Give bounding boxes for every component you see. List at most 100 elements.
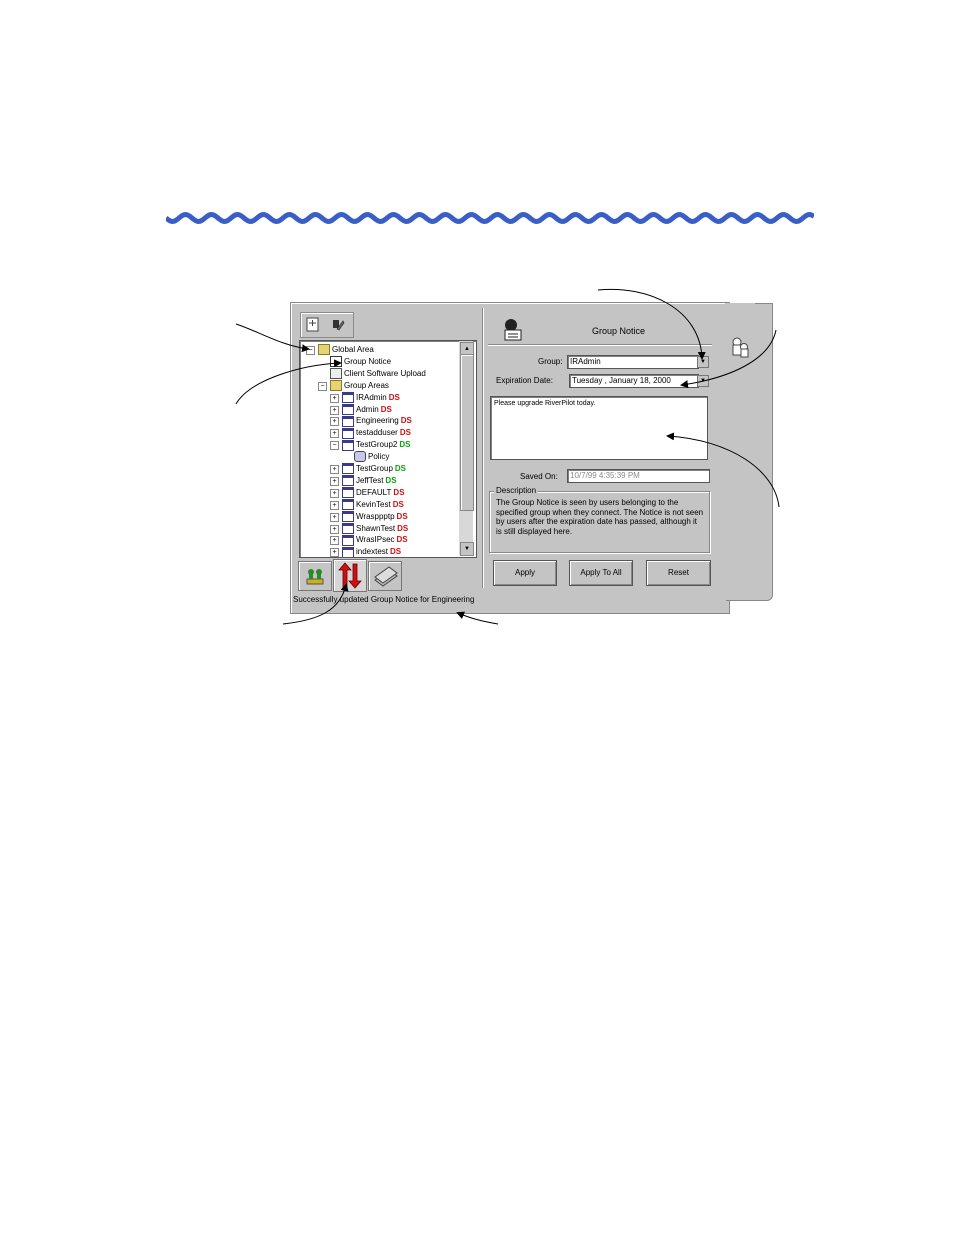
group-icon xyxy=(342,439,354,451)
tree-item[interactable]: IRAdmin DS xyxy=(342,391,400,404)
group-icon xyxy=(342,534,354,546)
expiration-date-picker[interactable]: Tuesday , January 18, 2000 xyxy=(569,374,699,388)
tree-toolbar xyxy=(300,312,354,338)
tree-item[interactable]: TestGroup2 DS xyxy=(342,439,410,451)
tree-expander[interactable]: + xyxy=(330,524,339,534)
tree-item[interactable]: Group Areas xyxy=(330,380,389,392)
panel-divider xyxy=(482,308,483,588)
tree-item[interactable]: Group Notice xyxy=(330,356,391,368)
notice-icon xyxy=(330,356,342,368)
tree-item[interactable]: DEFAULT DS xyxy=(342,487,405,499)
tree-expander[interactable]: − xyxy=(330,441,339,451)
group-icon xyxy=(342,427,354,439)
tree-expander[interactable]: + xyxy=(330,512,339,522)
up-down-arrows-icon xyxy=(338,562,362,589)
group-icon xyxy=(342,522,354,534)
tree-item[interactable]: Client Software Upload xyxy=(330,368,426,380)
group-icon xyxy=(342,487,354,499)
group-icon xyxy=(342,510,354,522)
tree-expander[interactable]: + xyxy=(330,417,339,427)
tree-item-label: Policy xyxy=(368,452,390,462)
group-tree[interactable]: − Global Area Group Notice Client Software … xyxy=(299,340,477,558)
tree-item-label: Client Software Upload xyxy=(344,368,426,378)
group-icon xyxy=(342,391,354,403)
ds-badge: DS xyxy=(392,499,404,509)
tree-expander[interactable]: + xyxy=(330,500,339,510)
side-tab-icon xyxy=(732,337,749,358)
tree-item-label: DEFAULT xyxy=(356,487,392,497)
ds-badge: DS xyxy=(390,547,402,557)
tree-expander[interactable]: + xyxy=(330,393,339,403)
tree-expander[interactable]: + xyxy=(330,476,339,486)
ds-badge: DS xyxy=(385,475,397,485)
apply-to-all-button[interactable]: Apply To All xyxy=(569,560,633,586)
tree-item-label: indextest xyxy=(356,547,389,557)
tree-expander[interactable]: + xyxy=(330,548,339,557)
ds-badge: DS xyxy=(397,523,409,533)
tree-item[interactable]: KevinTest DS xyxy=(342,499,404,511)
tree-item-label: TestGroup2 xyxy=(356,440,398,450)
expiration-label: Expiration Date: xyxy=(496,376,553,385)
ds-badge: DS xyxy=(380,404,392,414)
tree-item[interactable]: WrasIPsec DS xyxy=(342,534,408,546)
group-icon xyxy=(342,499,354,511)
tree-item[interactable]: Wrasppptp DS xyxy=(342,510,408,523)
notice-text-area[interactable]: Please upgrade RiverPilot today. xyxy=(490,396,708,460)
tree-expander[interactable]: + xyxy=(330,405,339,415)
tree-expander[interactable]: − xyxy=(306,346,315,355)
description-title: Description xyxy=(494,486,539,495)
callout-arrows xyxy=(235,288,780,625)
group-icon xyxy=(342,475,354,487)
tree-item-label: Group Notice xyxy=(344,356,392,366)
ds-badge: DS xyxy=(399,440,411,450)
scroll-thumb[interactable] xyxy=(460,354,474,511)
tree-item-label: ShawnTest xyxy=(356,523,396,533)
group-icon xyxy=(342,546,354,557)
folder-icon xyxy=(330,380,342,392)
disk-stack-icon xyxy=(374,566,398,587)
description-text: The Group Notice is seen by users belong… xyxy=(496,498,704,536)
group-label: Group: xyxy=(538,357,563,366)
expiration-dropdown-button[interactable]: ▼ xyxy=(697,375,709,387)
group-icon xyxy=(342,463,354,475)
wavy-divider xyxy=(166,211,814,225)
tree-expander[interactable]: + xyxy=(330,488,339,498)
tree-item[interactable]: TestGroup DS xyxy=(342,463,406,475)
settings-tab[interactable] xyxy=(368,561,402,591)
tree-item[interactable]: Admin DS xyxy=(342,403,392,416)
tree-item-label: TestGroup xyxy=(356,464,393,473)
header-divider xyxy=(488,344,712,345)
saved-on-field: 10/7/99 4:35:39 PM xyxy=(567,469,710,483)
tree-expander[interactable]: + xyxy=(330,465,339,474)
ds-badge: DS xyxy=(396,535,408,545)
tree-item[interactable]: Global Area xyxy=(318,344,374,356)
tree-item[interactable]: Policy xyxy=(354,451,389,463)
apply-button[interactable]: Apply xyxy=(493,560,557,586)
tree-item[interactable]: testadduser DS xyxy=(342,427,411,439)
users-icon xyxy=(306,569,324,585)
ds-badge: DS xyxy=(393,487,405,497)
scroll-down-arrow[interactable]: ▼ xyxy=(460,542,474,556)
group-select[interactable]: IRAdmin xyxy=(567,355,699,369)
new-document-icon[interactable] xyxy=(306,317,320,332)
tree-item[interactable]: indextest DS xyxy=(342,546,402,557)
tree-item[interactable]: JeffTest DS xyxy=(342,475,397,487)
tree-item-label: KevinTest xyxy=(356,499,391,509)
upload-icon xyxy=(330,368,342,380)
group-dropdown-button[interactable]: ▼ xyxy=(697,356,709,368)
tree-item[interactable]: ShawnTest DS xyxy=(342,522,409,535)
tree-item-label: Global Area xyxy=(332,345,374,354)
panel-title: Group Notice xyxy=(592,326,646,336)
tree-item[interactable]: Engineering DS xyxy=(342,415,412,427)
transfer-tab[interactable] xyxy=(333,559,367,592)
edit-icon[interactable] xyxy=(331,317,345,332)
ds-badge: DS xyxy=(400,416,412,426)
tree-expander[interactable]: − xyxy=(318,381,327,391)
users-tab[interactable] xyxy=(298,561,332,591)
tree-expander[interactable]: + xyxy=(330,536,339,546)
folder-icon xyxy=(318,344,330,356)
reset-button[interactable]: Reset xyxy=(646,560,711,586)
tree-item-label: Wrasppptp xyxy=(356,511,395,521)
tree-expander[interactable]: + xyxy=(330,429,339,439)
ds-badge: DS xyxy=(388,392,400,402)
